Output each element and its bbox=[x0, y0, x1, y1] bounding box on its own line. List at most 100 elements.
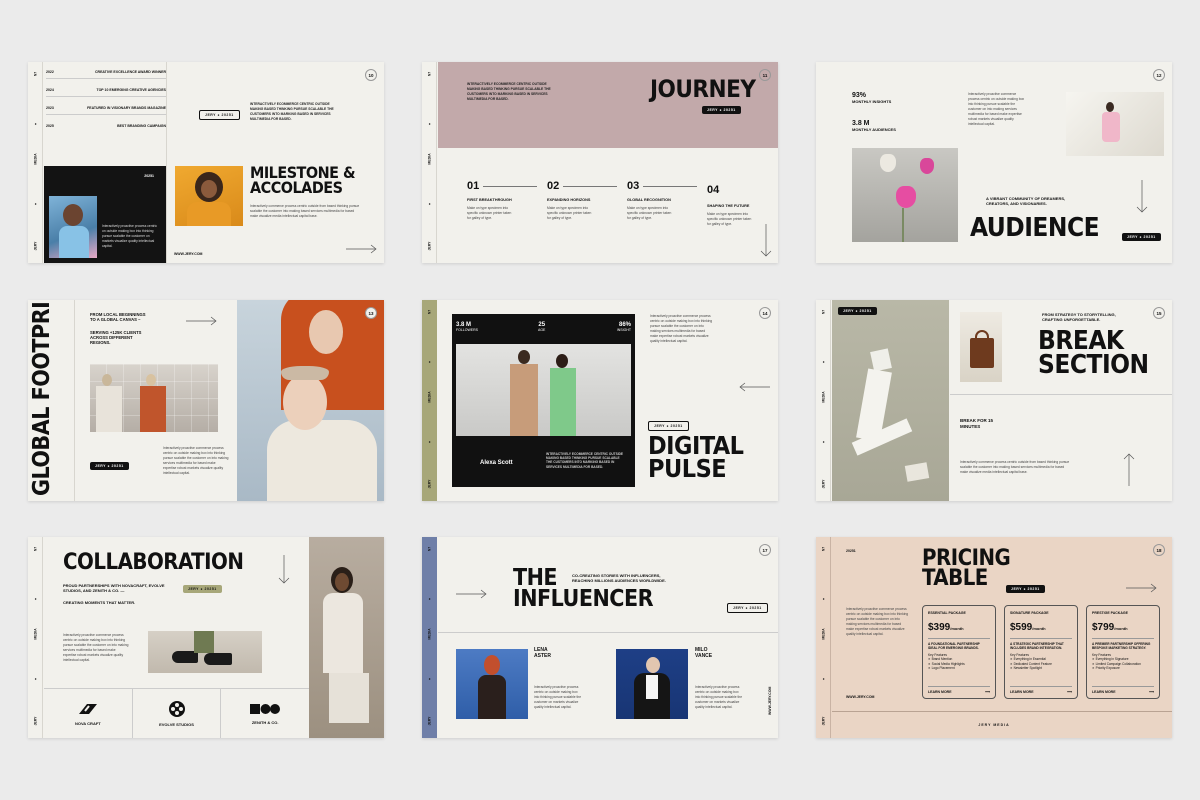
slide-pricing[interactable]: N7 ● MEDIA ● JERY 20251 PRICING TABLE JE… bbox=[816, 537, 1172, 738]
award-year: 2024 bbox=[46, 88, 54, 92]
body-text: Interactively proactive commerce process… bbox=[846, 607, 909, 636]
pricing-card-essential[interactable]: ESSENTIAL PACKAGE $399/month A FOUNDATIO… bbox=[922, 605, 996, 699]
step-body: Make on type specimen into specific unkn… bbox=[467, 206, 512, 220]
plan-period: /month bbox=[1032, 626, 1046, 631]
novacraft-logo-icon bbox=[78, 703, 97, 714]
influencer-name: MILO VANCE bbox=[695, 647, 713, 659]
tulip-pink bbox=[920, 158, 934, 174]
slide-break[interactable]: N7 ● MEDIA ● JERY JERY ● 20251 FROM STRA… bbox=[816, 300, 1172, 501]
arrow-left-icon[interactable] bbox=[738, 382, 770, 392]
partner-evolve[interactable]: EVOLVE STUDIOS bbox=[133, 689, 222, 738]
slide-influencer[interactable]: N7 ● MEDIA ● JERY THE INFLUENCER CO-CREA… bbox=[422, 537, 778, 738]
page-number: 15 bbox=[1153, 307, 1165, 319]
sidebar-mid: MEDIA bbox=[427, 628, 432, 640]
pricing-card-prestige[interactable]: PRESTIGE PACKAGE $799/month A PREMIER PA… bbox=[1086, 605, 1160, 699]
arrow-right-icon[interactable] bbox=[346, 244, 378, 254]
stat-label: MONTHLY AUDIENCES bbox=[852, 127, 896, 132]
timeline-step: 04 SHAPING THE FUTURE Make on type speci… bbox=[707, 180, 757, 227]
award-text: TOP 10 EMERGING CREATIVE AGENCIES bbox=[96, 88, 167, 92]
award-row: 2025 BEST BRANDING CAMPAIGN bbox=[46, 115, 166, 132]
plan-desc: A FOUNDATIONAL PARTNERSHIP IDEAL FOR EME… bbox=[928, 642, 980, 650]
website[interactable]: WWW.JERY.COM bbox=[846, 695, 874, 699]
divider bbox=[1010, 638, 1072, 639]
partner-name: EVOLVE STUDIOS bbox=[159, 721, 194, 727]
arrow-right-icon[interactable] bbox=[1126, 583, 1158, 593]
page-number: 14 bbox=[759, 307, 771, 319]
sidebar-dot: ● bbox=[821, 597, 826, 601]
slide-global-footprint[interactable]: GLOBAL FOOTPRINT FROM LOCAL BEGINNINGS T… bbox=[28, 300, 384, 501]
divider bbox=[928, 638, 990, 639]
brand-badge: JERY ● 20251 bbox=[648, 421, 689, 431]
brand-badge: JERY ● 20251 bbox=[199, 110, 240, 120]
photo-head bbox=[646, 657, 660, 673]
sidebar-dot: ● bbox=[33, 597, 38, 601]
photo-body bbox=[96, 386, 122, 432]
photo-body bbox=[59, 226, 89, 258]
learn-more-button[interactable]: LEARN MORE ⟶ bbox=[928, 686, 990, 694]
award-list: 2022 CREATIVE EXCELLENCE AWARD WINNER 202… bbox=[46, 66, 166, 132]
sidebar-bottom: JERY bbox=[427, 716, 432, 726]
step-body: Make on type specimen into specific unkn… bbox=[627, 206, 672, 220]
sidebar-top: N7 bbox=[427, 546, 432, 552]
subtitle: PROUD PARTNERSHIPS WITH NOVACRAFT, EVOLV… bbox=[63, 583, 165, 593]
slide-title: COLLABORATION bbox=[63, 550, 244, 575]
feature-text: Everything in Signature bbox=[1095, 657, 1129, 661]
sidebar-mid: MEDIA bbox=[33, 153, 38, 165]
plan-desc: A STRATEGIC PARTNERSHIP THAT INCLUDES BR… bbox=[1010, 642, 1064, 650]
sidebar-top: N7 bbox=[821, 309, 826, 315]
plan-price: $599 bbox=[1010, 622, 1033, 633]
sidebar-dot: ● bbox=[33, 122, 38, 126]
plan-name: PRESTIGE PACKAGE bbox=[1092, 611, 1128, 615]
partner-logos: NOVA CRAFT EVOLVE STUDIOS ZENITH & CO. bbox=[44, 689, 309, 738]
photo-head bbox=[63, 204, 83, 226]
slide-digital-pulse[interactable]: N7 ● MEDIA ● JERY 3.8 M FOLLOWERS 25 AGE 8… bbox=[422, 300, 778, 501]
website-vertical[interactable]: WWW.JERY.COM bbox=[768, 687, 772, 715]
arrow-down-icon[interactable] bbox=[1136, 180, 1148, 214]
plan-period: /month bbox=[1114, 626, 1128, 631]
photo-hairband bbox=[281, 366, 329, 380]
dark-card: 3.8 M FOLLOWERS 25 AGE 86% INSIGHT Alexa Sc… bbox=[452, 314, 635, 487]
award-text: CREATIVE EXCELLENCE AWARD WINNER bbox=[95, 70, 166, 74]
cta-label: LEARN MORE bbox=[928, 690, 952, 694]
sidebar: N7 ● MEDIA ● JERY bbox=[422, 537, 437, 738]
arrow-up-icon[interactable] bbox=[1123, 452, 1135, 486]
photo-bag-handle bbox=[975, 330, 989, 342]
sidebar-dot: ● bbox=[427, 440, 432, 444]
arrow-down-icon[interactable] bbox=[760, 224, 772, 258]
slide-title: MILESTONE & ACCOLADES bbox=[250, 163, 356, 197]
slide-audience[interactable]: 12 93% MONTHLY INSIGHTS 3.8 M MONTHLY AU… bbox=[816, 62, 1172, 263]
slide-milestone[interactable]: N7 ● MEDIA ● JERY 2022 CREATIVE EXCELLENC… bbox=[28, 62, 384, 263]
photo-paper bbox=[904, 462, 930, 482]
partner-novacraft[interactable]: NOVA CRAFT bbox=[44, 689, 133, 738]
photo-woman-chair bbox=[832, 300, 949, 501]
photo-trousers bbox=[194, 631, 214, 653]
arrow-right-icon[interactable] bbox=[456, 589, 488, 599]
photo-body bbox=[140, 386, 166, 432]
award-row: 2024 TOP 10 EMERGING CREATIVE AGENCIES bbox=[46, 79, 166, 97]
brand-badge: JERY ● 20251 bbox=[90, 462, 129, 470]
sidebar-bottom: JERY bbox=[821, 479, 826, 489]
subtitle: FROM STRATEGY TO STORYTELLING, CRAFTING … bbox=[1042, 312, 1116, 322]
learn-more-button[interactable]: LEARN MORE ⟶ bbox=[1010, 686, 1072, 694]
feature-text: Logo Placement bbox=[931, 666, 955, 670]
learn-more-button[interactable]: LEARN MORE ⟶ bbox=[1092, 686, 1154, 694]
evolve-logo-icon bbox=[168, 700, 185, 717]
slide-journey[interactable]: N7 ● MEDIA ● JERY INTERACTIVELY ECOMMERC… bbox=[422, 62, 778, 263]
partner-zenith[interactable]: ZENITH & CO. bbox=[221, 689, 309, 738]
brand-badge: JERY ● 20251 bbox=[183, 585, 222, 593]
website[interactable]: WWW.JERY.COM bbox=[174, 252, 202, 256]
body-text: Interactively commerce process centric o… bbox=[960, 460, 1070, 474]
arrow-down-icon[interactable] bbox=[278, 555, 290, 585]
photo-body bbox=[550, 368, 576, 436]
feature-text: Priority Exposure bbox=[1095, 666, 1120, 670]
divider bbox=[166, 62, 167, 263]
award-text: BEST BRANDING CAMPAIGN bbox=[117, 124, 166, 128]
photo-jacket bbox=[267, 420, 377, 501]
slide-collaboration[interactable]: N7 ● MEDIA ● JERY COLLABORATION PROUD PA… bbox=[28, 537, 384, 738]
pricing-card-signature[interactable]: SIGNATURE PACKAGE $599/month A STRATEGIC… bbox=[1004, 605, 1078, 699]
arrow-right-icon[interactable] bbox=[186, 316, 218, 326]
influencer-body: Interactively proactive process centric … bbox=[695, 685, 743, 709]
partner-name: ZENITH & CO. bbox=[251, 719, 279, 725]
sidebar-dot: ● bbox=[821, 360, 826, 364]
plan-period: /month bbox=[950, 626, 964, 631]
